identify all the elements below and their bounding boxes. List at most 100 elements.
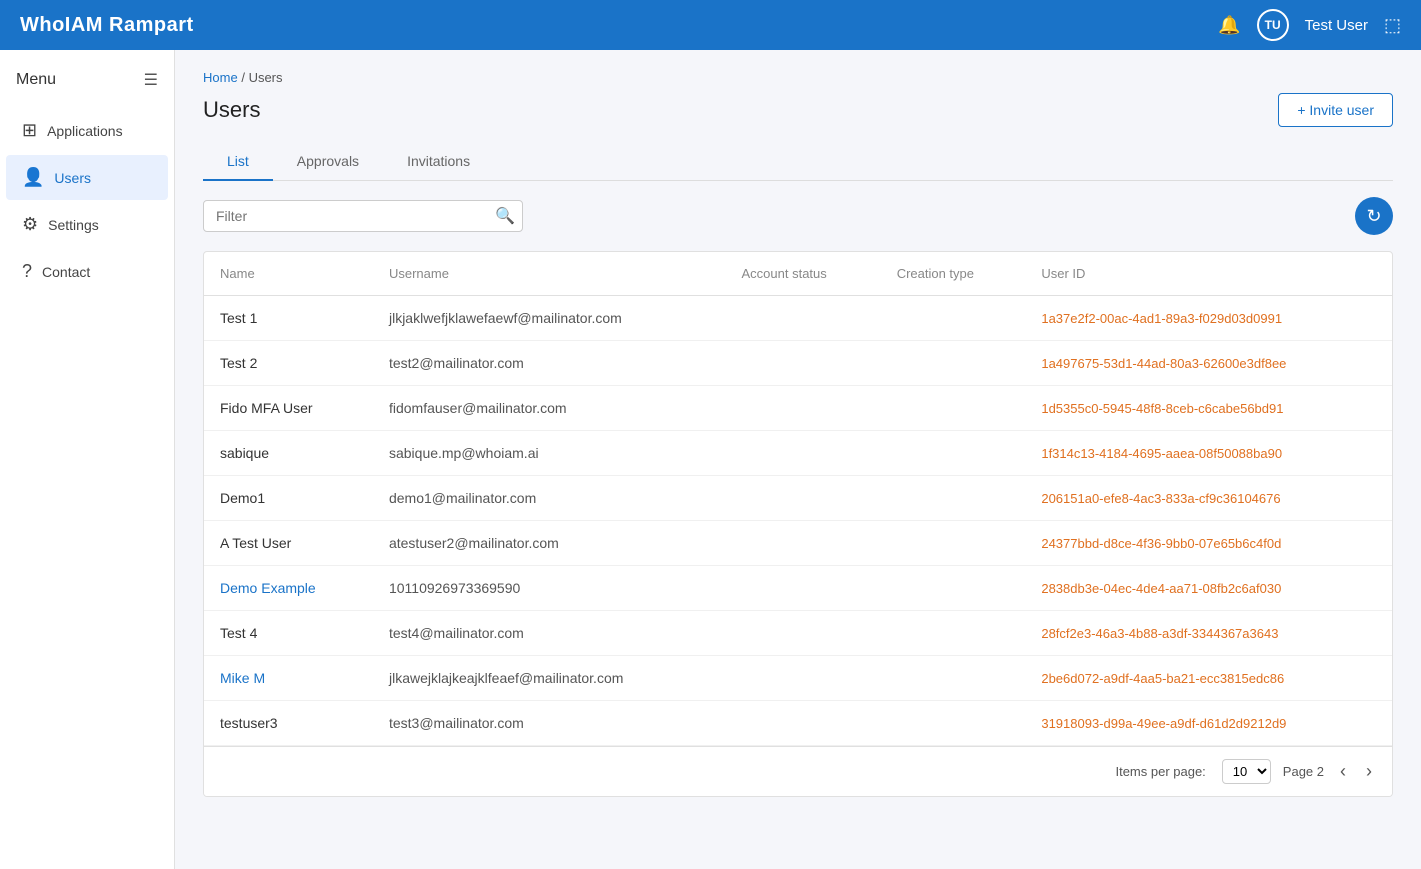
cell-name: Demo1 <box>204 476 373 521</box>
sidebar-item-users[interactable]: 👤 Users <box>6 155 168 200</box>
cell-name: Demo Example <box>204 566 373 611</box>
cell-user-id: 1d5355c0-5945-48f8-8ceb-c6cabe56bd91 <box>1025 386 1392 431</box>
search-icon[interactable]: 🔍 <box>495 206 515 226</box>
items-per-page-label: Items per page: <box>1115 764 1205 779</box>
cell-username: test3@mailinator.com <box>373 701 726 746</box>
cell-account-status <box>726 521 881 566</box>
app-logo: WhoIAM Rampart <box>20 14 194 37</box>
top-header: WhoIAM Rampart 🔔 TU Test User ⬚ <box>0 0 1421 50</box>
next-page-button[interactable]: › <box>1362 759 1376 784</box>
pagination: Items per page: 10 25 50 Page 2 ‹ › <box>204 746 1392 796</box>
sidebar-item-contact[interactable]: ? Contact <box>6 249 168 294</box>
invite-user-button[interactable]: + Invite user <box>1278 93 1393 127</box>
username-display: Test User <box>1305 17 1368 34</box>
logout-icon[interactable]: ⬚ <box>1384 15 1401 36</box>
cell-creation-type <box>881 431 1026 476</box>
table-row[interactable]: Demo Example 10110926973369590 2838db3e-… <box>204 566 1392 611</box>
cell-name: testuser3 <box>204 701 373 746</box>
table-row[interactable]: Fido MFA User fidomfauser@mailinator.com… <box>204 386 1392 431</box>
sidebar-item-label: Applications <box>47 123 123 139</box>
table-row[interactable]: Mike M jlkawejklajkeajklfeaef@mailinator… <box>204 656 1392 701</box>
header-right: 🔔 TU Test User ⬚ <box>1218 9 1401 41</box>
table-row[interactable]: Demo1 demo1@mailinator.com 206151a0-efe8… <box>204 476 1392 521</box>
cell-user-id: 28fcf2e3-46a3-4b88-a3df-3344367a3643 <box>1025 611 1392 656</box>
cell-name: Fido MFA User <box>204 386 373 431</box>
filter-input-wrapper: 🔍 <box>203 200 523 232</box>
table-row[interactable]: A Test User atestuser2@mailinator.com 24… <box>204 521 1392 566</box>
cell-account-status <box>726 476 881 521</box>
settings-icon: ⚙ <box>22 214 38 235</box>
cell-creation-type <box>881 476 1026 521</box>
cell-creation-type <box>881 386 1026 431</box>
users-table: Name Username Account status Creation ty… <box>204 252 1392 746</box>
prev-page-button[interactable]: ‹ <box>1336 759 1350 784</box>
cell-user-id: 24377bbd-d8ce-4f36-9bb0-07e65b6c4f0d <box>1025 521 1392 566</box>
cell-user-id: 1a37e2f2-00ac-4ad1-89a3-f029d03d0991 <box>1025 296 1392 341</box>
filter-bar: 🔍 ↻ <box>203 197 1393 235</box>
cell-username: jlkawejklajkeajklfeaef@mailinator.com <box>373 656 726 701</box>
page-header: Users + Invite user <box>203 93 1393 127</box>
cell-user-id: 31918093-d99a-49ee-a9df-d61d2d9212d9 <box>1025 701 1392 746</box>
cell-user-id: 206151a0-efe8-4ac3-833a-cf9c36104676 <box>1025 476 1392 521</box>
table-row[interactable]: Test 1 jlkjaklwefjklawefaewf@mailinator.… <box>204 296 1392 341</box>
cell-username: jlkjaklwefjklawefaewf@mailinator.com <box>373 296 726 341</box>
cell-username: demo1@mailinator.com <box>373 476 726 521</box>
tab-invitations[interactable]: Invitations <box>383 143 494 181</box>
cell-user-id: 1a497675-53d1-44ad-80a3-62600e3df8ee <box>1025 341 1392 386</box>
table-row[interactable]: Test 2 test2@mailinator.com 1a497675-53d… <box>204 341 1392 386</box>
cell-account-status <box>726 611 881 656</box>
sidebar-item-applications[interactable]: ⊞ Applications <box>6 108 168 153</box>
menu-label: Menu <box>16 71 56 89</box>
sidebar-item-settings[interactable]: ⚙ Settings <box>6 202 168 247</box>
cell-name: Mike M <box>204 656 373 701</box>
cell-user-id: 2be6d072-a9df-4aa5-ba21-ecc3815edc86 <box>1025 656 1392 701</box>
layout: Menu ☰ ⊞ Applications 👤 Users ⚙ Settings… <box>0 50 1421 869</box>
cell-username: test2@mailinator.com <box>373 341 726 386</box>
cell-creation-type <box>881 701 1026 746</box>
breadcrumb-home[interactable]: Home <box>203 70 238 85</box>
cell-username: sabique.mp@whoiam.ai <box>373 431 726 476</box>
breadcrumb-separator: / <box>241 70 245 85</box>
menu-header: Menu ☰ <box>0 60 174 106</box>
cell-user-id: 1f314c13-4184-4695-aaea-08f50088ba90 <box>1025 431 1392 476</box>
table-row[interactable]: Test 4 test4@mailinator.com 28fcf2e3-46a… <box>204 611 1392 656</box>
cell-account-status <box>726 701 881 746</box>
notifications-icon[interactable]: 🔔 <box>1218 15 1240 36</box>
refresh-button[interactable]: ↻ <box>1355 197 1393 235</box>
cell-creation-type <box>881 521 1026 566</box>
cell-name: Test 1 <box>204 296 373 341</box>
sidebar-item-label: Settings <box>48 217 99 233</box>
page-info: Page 2 <box>1283 764 1324 779</box>
col-creation-type: Creation type <box>881 252 1026 296</box>
cell-username: test4@mailinator.com <box>373 611 726 656</box>
hamburger-icon[interactable]: ☰ <box>144 70 158 90</box>
cell-username: fidomfauser@mailinator.com <box>373 386 726 431</box>
cell-creation-type <box>881 341 1026 386</box>
sidebar: Menu ☰ ⊞ Applications 👤 Users ⚙ Settings… <box>0 50 175 869</box>
users-table-container: Name Username Account status Creation ty… <box>203 251 1393 797</box>
cell-account-status <box>726 656 881 701</box>
sidebar-item-label: Users <box>54 170 91 186</box>
table-row[interactable]: testuser3 test3@mailinator.com 31918093-… <box>204 701 1392 746</box>
cell-name: Test 4 <box>204 611 373 656</box>
col-name: Name <box>204 252 373 296</box>
cell-creation-type <box>881 656 1026 701</box>
filter-input[interactable] <box>203 200 523 232</box>
cell-name: Test 2 <box>204 341 373 386</box>
sidebar-item-label: Contact <box>42 264 90 280</box>
tab-approvals[interactable]: Approvals <box>273 143 383 181</box>
cell-user-id: 2838db3e-04ec-4de4-aa71-08fb2c6af030 <box>1025 566 1392 611</box>
table-row[interactable]: sabique sabique.mp@whoiam.ai 1f314c13-41… <box>204 431 1392 476</box>
tab-list[interactable]: List <box>203 143 273 181</box>
table-header-row: Name Username Account status Creation ty… <box>204 252 1392 296</box>
cell-creation-type <box>881 611 1026 656</box>
page-size-select[interactable]: 10 25 50 <box>1222 759 1271 784</box>
col-user-id: User ID <box>1025 252 1392 296</box>
users-icon: 👤 <box>22 167 44 188</box>
main-content: Home / Users Users + Invite user List Ap… <box>175 50 1421 869</box>
cell-account-status <box>726 431 881 476</box>
col-username: Username <box>373 252 726 296</box>
col-account-status: Account status <box>726 252 881 296</box>
cell-username: atestuser2@mailinator.com <box>373 521 726 566</box>
breadcrumb-current: Users <box>249 70 283 85</box>
